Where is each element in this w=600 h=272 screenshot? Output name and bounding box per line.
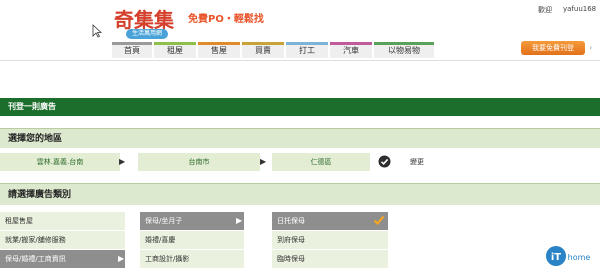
leaf-category-item[interactable]: 臨時保母 — [272, 250, 388, 268]
chevron-right-icon: ▶ — [119, 157, 126, 166]
change-region-link[interactable]: 變更 — [410, 157, 424, 167]
header-divider — [0, 60, 600, 61]
nav-tab-parttime[interactable]: 打工 — [286, 42, 328, 58]
site-header: 奇集集 生活萬用網 免費PO・輕鬆找 歡迎 yafuu168 首頁 租屋 售屋 … — [0, 0, 600, 60]
region-area[interactable]: 雲林.嘉義.台南 — [0, 153, 120, 171]
nav-tab-barter[interactable]: 以物易物 — [374, 42, 434, 58]
chevron-right-icon: ▶ — [260, 157, 267, 166]
svg-text:iT: iT — [551, 252, 561, 263]
region-district[interactable]: 仁德區 — [272, 153, 370, 171]
region-city[interactable]: 台南市 — [138, 153, 260, 171]
nav-tab-home[interactable]: 首頁 — [112, 42, 152, 58]
leaf-category-item[interactable]: 到府保母 — [272, 231, 388, 249]
ithome-logo: iT home — [546, 246, 591, 266]
check-circle-icon — [378, 155, 391, 168]
check-icon — [373, 215, 385, 226]
mouse-cursor-icon — [92, 24, 102, 38]
region-selector: 雲林.嘉義.台南 ▶ 台南市 ▶ 仁德區 變更 — [0, 153, 600, 171]
chevron-right-icon: ▶ — [118, 254, 125, 263]
svg-text:home: home — [568, 253, 591, 262]
category-section-title: 請選擇廣告類別 — [0, 183, 600, 205]
subcategory-item-selected[interactable]: 保母/坐月子 — [140, 212, 244, 230]
category-item[interactable]: 就業/搬家/舖修服務 — [0, 231, 125, 249]
post-ad-title: 刊登一則廣告 — [0, 98, 600, 116]
region-section-title: 選擇您的地區 — [0, 128, 600, 148]
subcategory-item[interactable]: 工商設計/攝影 — [140, 250, 244, 268]
chevron-right-icon: › — [589, 43, 593, 52]
subcategory-item[interactable]: 婚禮/喜慶 — [140, 231, 244, 249]
username-link[interactable]: yafuu168 — [563, 5, 596, 13]
category-item-selected[interactable]: 保母/婚禮/工商資訊 — [0, 250, 125, 268]
free-post-button[interactable]: 我要免費刊登 — [521, 41, 585, 55]
nav-tab-buy-sell[interactable]: 買賣 — [242, 42, 284, 58]
category-item[interactable]: 租屋售屋 — [0, 212, 125, 230]
chevron-right-icon: ▶ — [236, 216, 243, 225]
nav-tab-sale-house[interactable]: 售屋 — [198, 42, 240, 58]
welcome-text: 歡迎 — [538, 6, 552, 14]
nav-tab-rent[interactable]: 租屋 — [154, 42, 196, 58]
site-logo[interactable]: 奇集集 生活萬用網 — [114, 4, 174, 39]
nav-tab-car[interactable]: 汽車 — [330, 42, 372, 58]
main-nav: 首頁 租屋 售屋 買賣 打工 汽車 以物易物 — [112, 42, 436, 58]
logo-badge: 生活萬用網 — [126, 29, 168, 39]
leaf-category-item-selected[interactable]: 日托保母 — [272, 212, 388, 230]
site-slogan: 免費PO・輕鬆找 — [188, 14, 264, 25]
